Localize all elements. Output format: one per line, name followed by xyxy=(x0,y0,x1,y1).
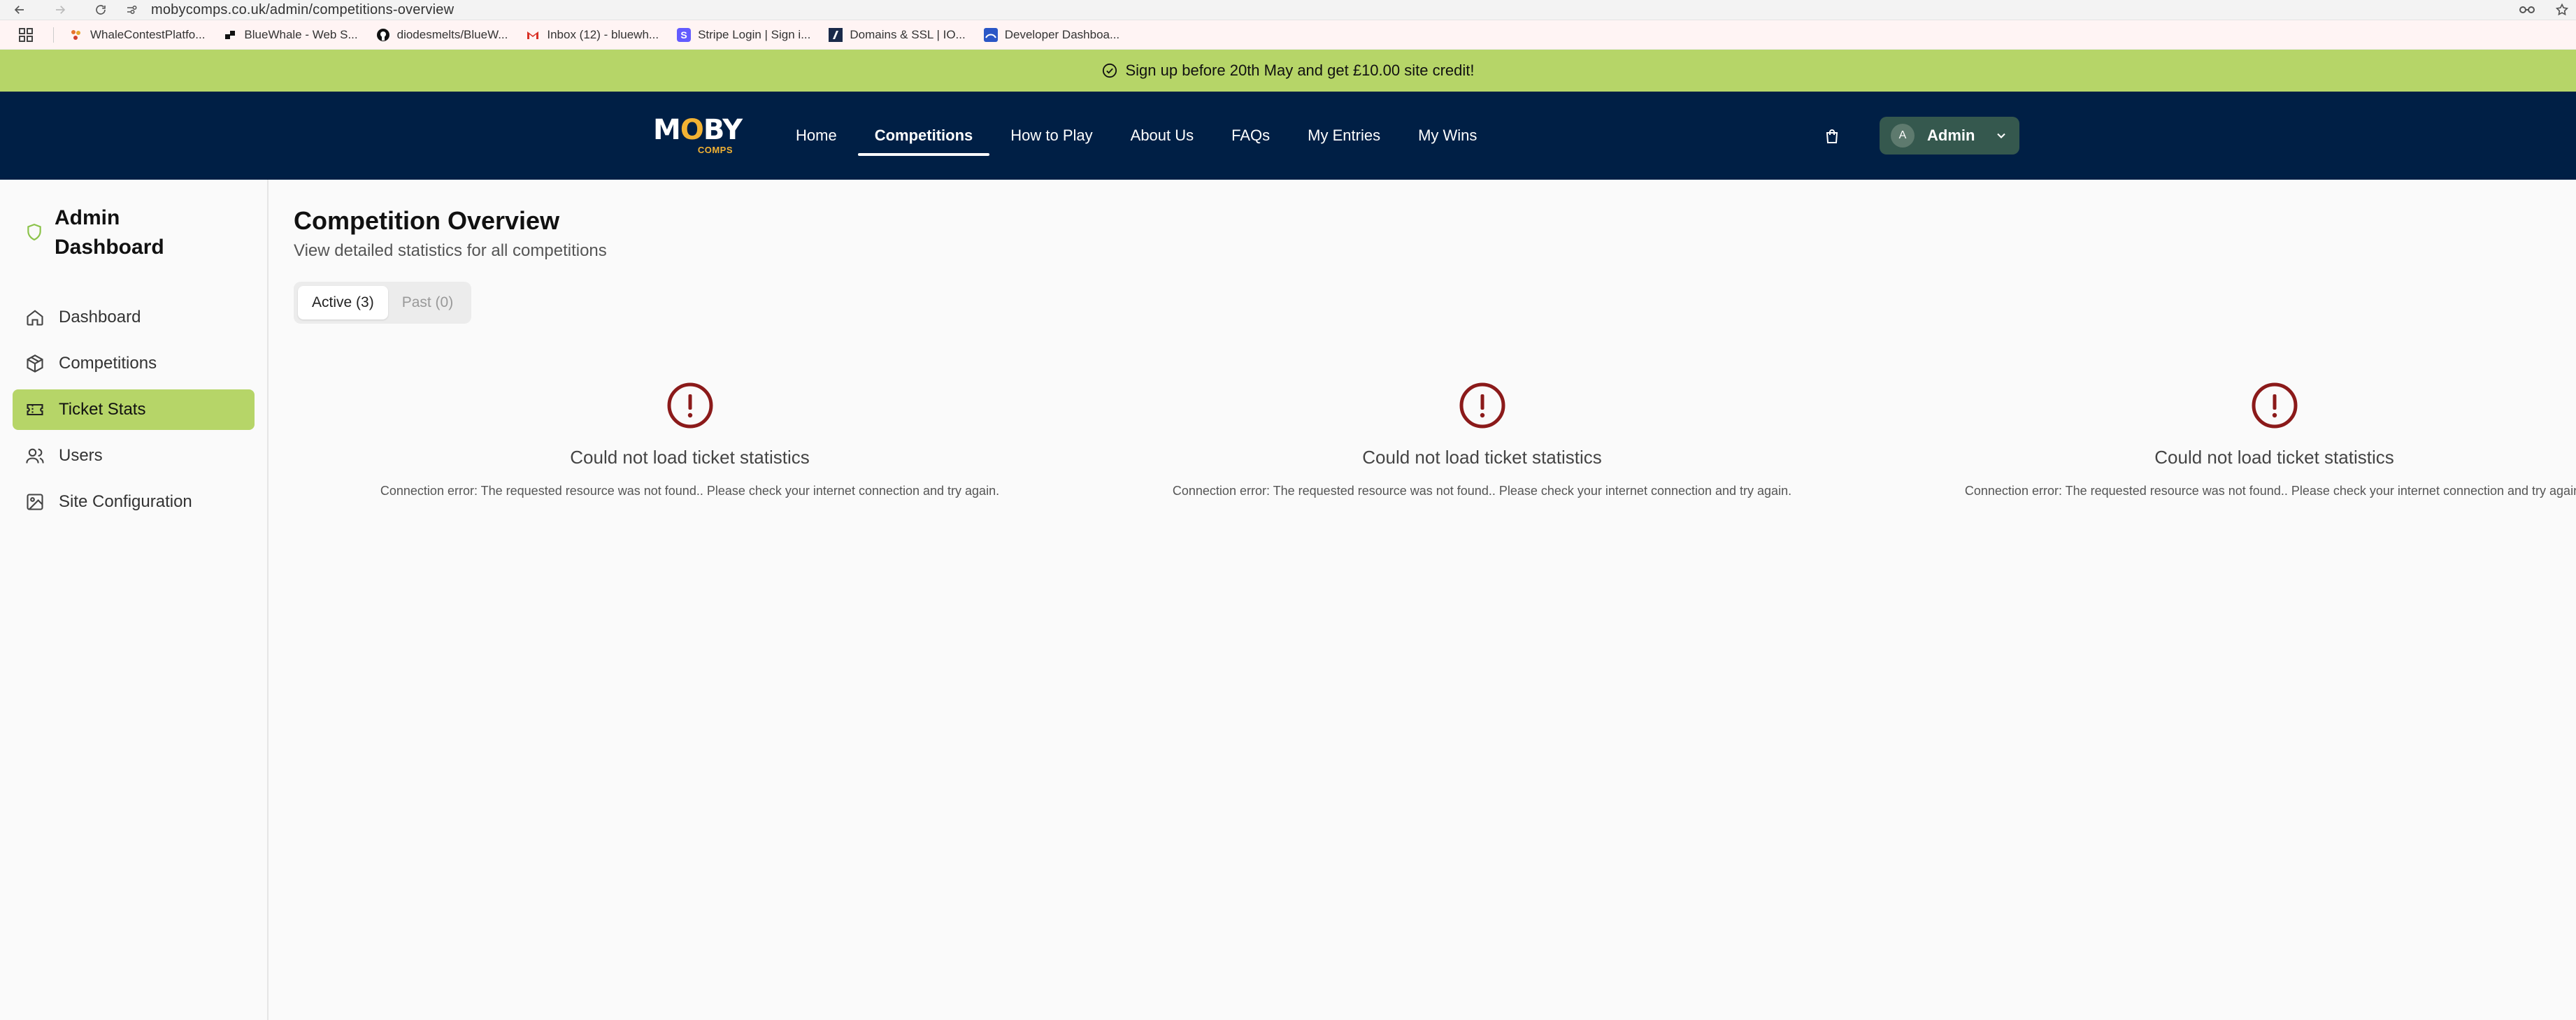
admin-sidebar: Admin Dashboard Dashboard Competitions T… xyxy=(0,180,269,1020)
box-icon xyxy=(27,354,43,373)
address-bar-url[interactable]: mobycomps.co.uk/admin/competitions-overv… xyxy=(151,2,454,18)
sidebar-title: Admin Dashboard xyxy=(55,206,164,259)
bookmark-domains[interactable]: Domains & SSL | IO... xyxy=(829,27,966,42)
logo-sub-text: COMPS xyxy=(697,145,733,155)
bookmarks-bar: WhaleContestPlatfo... BlueWhale - Web S.… xyxy=(0,20,2576,50)
nav-about-us[interactable]: About Us xyxy=(1131,92,1194,180)
bookmark-label: BlueWhale - Web S... xyxy=(244,27,358,41)
error-message: Connection error: The requested resource… xyxy=(1172,484,1792,498)
admin-user-menu[interactable]: A Admin xyxy=(1880,117,2019,155)
error-cards: Could not load ticket statistics Connect… xyxy=(294,381,2576,498)
admin-layout: Admin Dashboard Dashboard Competitions T… xyxy=(0,180,2576,1020)
bluewhale-favicon-icon xyxy=(223,28,237,42)
sidebar-item-users[interactable]: Users xyxy=(13,436,255,476)
error-message: Connection error: The requested resource… xyxy=(380,484,1000,498)
alert-circle-icon xyxy=(1459,382,1505,429)
main-nav: Home Competitions How to Play About Us F… xyxy=(796,92,1515,180)
reload-icon[interactable] xyxy=(94,3,108,17)
browser-toolbar: mobycomps.co.uk/admin/competitions-overv… xyxy=(0,0,2576,20)
promo-banner: Sign up before 20th May and get £10.00 s… xyxy=(0,50,2576,92)
sidebar-item-competitions[interactable]: Competitions xyxy=(13,343,255,384)
bookmark-label: Developer Dashboa... xyxy=(1004,27,1120,41)
users-icon xyxy=(26,448,44,464)
bookmark-label: Domains & SSL | IO... xyxy=(850,27,966,41)
svg-text:S: S xyxy=(680,29,687,41)
password-key-icon[interactable] xyxy=(2519,3,2535,17)
promo-text: Sign up before 20th May and get £10.00 s… xyxy=(1125,62,1475,79)
alert-circle-icon xyxy=(2252,382,2297,429)
whale-contest-favicon-icon xyxy=(69,28,83,42)
gmail-icon xyxy=(526,28,540,42)
main-content: Competition Overview View detailed stati… xyxy=(269,180,2576,1020)
error-card: Could not load ticket statistics Connect… xyxy=(1878,381,2576,498)
apps-grid-icon[interactable] xyxy=(18,27,34,43)
error-title: Could not load ticket statistics xyxy=(2154,447,2394,468)
competition-tabs: Active (3) Past (0) xyxy=(294,282,472,324)
tab-active[interactable]: Active (3) xyxy=(298,286,388,319)
alert-circle-icon xyxy=(667,382,713,429)
error-card: Could not load ticket statistics Connect… xyxy=(294,381,1086,498)
sidebar-header: Admin Dashboard xyxy=(0,203,267,262)
domains-favicon-icon xyxy=(829,27,843,42)
nav-faqs[interactable]: FAQs xyxy=(1231,92,1270,180)
nav-how-to-play[interactable]: How to Play xyxy=(1010,92,1092,180)
bookmark-star-icon[interactable] xyxy=(2555,3,2569,17)
admin-label: Admin xyxy=(1927,127,1975,144)
sidebar-item-label: Dashboard xyxy=(59,308,141,326)
sidebar-item-label: Users xyxy=(59,446,103,465)
image-icon xyxy=(27,494,43,510)
ticket-icon xyxy=(27,403,43,416)
nav-my-wins[interactable]: My Wins xyxy=(1418,92,1477,180)
sidebar-item-label: Ticket Stats xyxy=(59,400,146,419)
error-card: Could not load ticket statistics Connect… xyxy=(1086,381,1878,498)
error-title: Could not load ticket statistics xyxy=(1362,447,1602,468)
bookmark-gmail[interactable]: Inbox (12) - bluewh... xyxy=(526,28,659,42)
logo-main-text: MOBY xyxy=(653,114,743,146)
check-circle-icon xyxy=(1102,63,1117,78)
sidebar-item-label: Competitions xyxy=(59,354,157,373)
bookmark-label: Inbox (12) - bluewh... xyxy=(547,27,659,41)
site-logo[interactable]: MOBY COMPS xyxy=(653,114,743,157)
home-icon xyxy=(27,310,43,326)
tab-past[interactable]: Past (0) xyxy=(388,286,468,319)
nav-home[interactable]: Home xyxy=(796,92,837,180)
back-arrow-icon[interactable] xyxy=(13,3,27,17)
github-icon xyxy=(376,28,390,42)
bookmarks-separator xyxy=(53,27,54,43)
bookmark-label: diodesmelts/BlueW... xyxy=(396,27,508,41)
error-message: Connection error: The requested resource… xyxy=(1964,484,2576,498)
sidebar-item-label: Site Configuration xyxy=(59,492,192,511)
shopping-bag-icon[interactable] xyxy=(1824,128,1840,145)
page-title: Competition Overview xyxy=(294,206,560,235)
nav-competitions[interactable]: Competitions xyxy=(857,92,989,180)
avatar: A xyxy=(1891,124,1915,148)
sidebar-item-site-configuration[interactable]: Site Configuration xyxy=(13,482,255,522)
bookmark-github[interactable]: diodesmelts/BlueW... xyxy=(376,28,508,42)
bookmark-bluewhale[interactable]: BlueWhale - Web S... xyxy=(223,27,358,42)
error-title: Could not load ticket statistics xyxy=(570,447,810,468)
sidebar-item-dashboard[interactable]: Dashboard xyxy=(13,297,255,338)
developer-dashboard-icon xyxy=(983,27,998,42)
bookmark-developer-dashboard[interactable]: Developer Dashboa... xyxy=(983,27,1120,42)
bookmark-stripe[interactable]: S Stripe Login | Sign i... xyxy=(677,27,811,42)
page-subtitle: View detailed statistics for all competi… xyxy=(294,241,607,260)
site-header: MOBY COMPS Home Competitions How to Play… xyxy=(0,92,2576,180)
sidebar-item-ticket-stats[interactable]: Ticket Stats xyxy=(13,389,255,430)
nav-my-entries[interactable]: My Entries xyxy=(1308,92,1380,180)
stripe-icon: S xyxy=(677,27,692,42)
bookmark-whalecontest[interactable]: WhaleContestPlatfo... xyxy=(69,28,205,42)
bookmark-label: WhaleContestPlatfo... xyxy=(90,27,206,41)
chevron-down-icon xyxy=(1997,133,2005,138)
forward-arrow-icon[interactable] xyxy=(53,3,67,17)
bookmark-label: Stripe Login | Sign i... xyxy=(698,27,811,41)
site-info-icon[interactable] xyxy=(124,3,138,17)
shield-icon xyxy=(27,224,41,241)
